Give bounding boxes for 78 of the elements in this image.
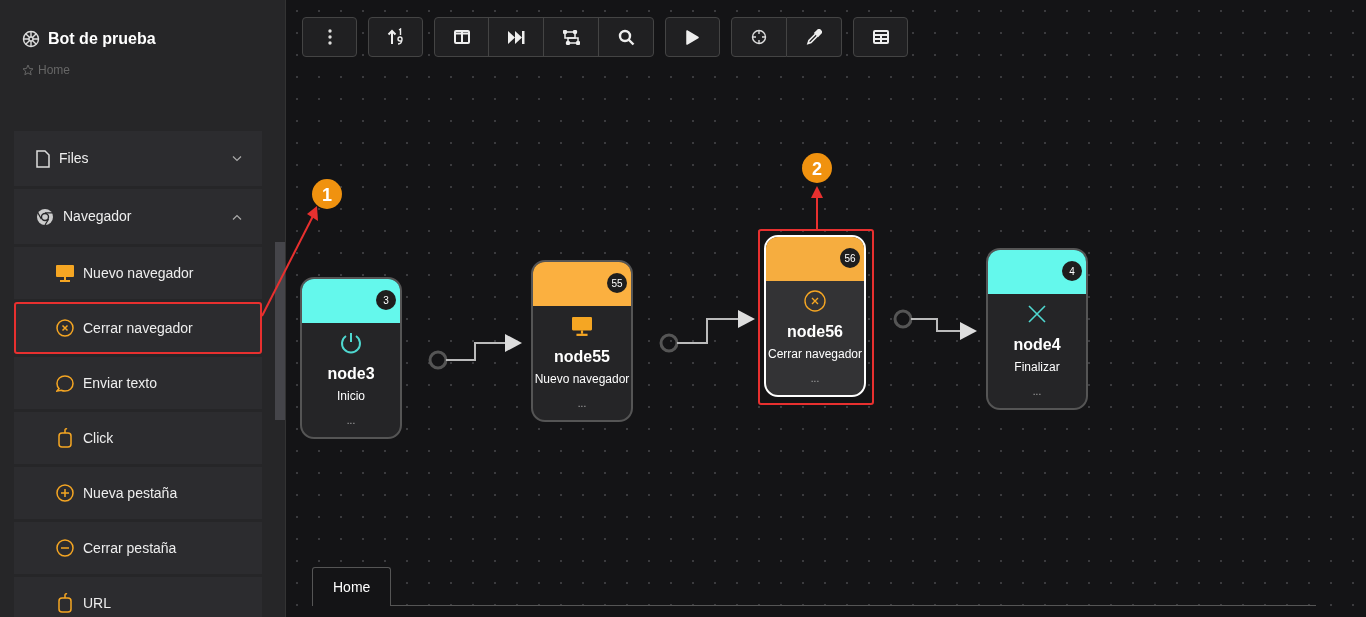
play-icon: [686, 29, 699, 45]
sort-button[interactable]: [368, 17, 423, 57]
nodes-transform-icon: [562, 29, 580, 45]
crosshair-icon: [751, 29, 767, 45]
node-subtitle: Nuevo navegador: [534, 371, 630, 388]
step-number-badge: [312, 179, 342, 209]
step-number: 1: [322, 184, 332, 205]
home-tab[interactable]: Home: [312, 567, 392, 606]
eyedropper-button[interactable]: [787, 17, 842, 57]
plus-circle-icon: [56, 484, 74, 502]
node-subtitle: Inicio: [337, 388, 365, 405]
flow-node[interactable]: 56 node56 Cerrar navegador ...: [764, 235, 866, 397]
columns-icon: [453, 30, 470, 44]
file-icon: [36, 149, 50, 168]
table-button[interactable]: [853, 17, 908, 57]
power-icon: [340, 332, 362, 354]
menu-item[interactable]: Cerrar navegador: [14, 302, 262, 354]
menu-item[interactable]: URL: [14, 577, 262, 617]
vertical-dots-icon: [327, 29, 332, 45]
minus-circle-icon: [56, 539, 74, 557]
menu-item[interactable]: Enviar texto: [14, 357, 262, 409]
sort-numbers-icon: [386, 28, 405, 46]
menu-group-header[interactable]: Navegador: [14, 189, 262, 244]
table-icon: [872, 30, 889, 44]
browser-logo-icon: [36, 207, 54, 226]
step-number: 2: [812, 158, 822, 179]
node-title: node3: [327, 365, 375, 383]
menu-item[interactable]: Cerrar pestaña: [14, 522, 262, 574]
scrollbar-thumb[interactable]: [275, 242, 285, 420]
chevron-down-icon: [232, 155, 242, 162]
node-subtitle: Cerrar navegador: [767, 346, 863, 363]
crosshair-button[interactable]: [731, 17, 787, 57]
menu-item[interactable]: Nueva pestaña: [14, 467, 262, 519]
close-circle-icon: [804, 290, 826, 312]
node-id-badge: 3: [376, 290, 396, 310]
flow-node[interactable]: 3 node3 Inicio ...: [300, 277, 402, 439]
mouse-icon: [58, 593, 72, 613]
close-icon: [1028, 305, 1046, 323]
node-subtitle: Finalizar: [1014, 359, 1060, 376]
node-footer: ...: [810, 371, 820, 386]
wheel-icon: [22, 30, 40, 48]
star-icon: [22, 64, 34, 76]
menu-item-label: Enviar texto: [83, 373, 157, 393]
node-title: node55: [554, 348, 610, 366]
monitor-icon: [572, 316, 592, 336]
fast-forward-icon: [507, 30, 525, 44]
menu-item[interactable]: Click: [14, 412, 262, 464]
monitor-icon: [56, 264, 74, 282]
node-id-badge: 55: [607, 273, 627, 293]
close-circle-icon: [56, 319, 74, 337]
flow-node[interactable]: 4 node4 Finalizar ...: [986, 248, 1088, 410]
annotation-arrow: [811, 186, 823, 230]
eyedropper-icon: [806, 29, 822, 45]
search-icon: [617, 28, 635, 46]
chevron-up-icon: [232, 213, 242, 220]
flow-node[interactable]: 55 node55 Nuevo navegador ...: [531, 260, 633, 422]
node-id-badge: 4: [1062, 261, 1082, 281]
bot-title: Bot de prueba: [48, 29, 156, 49]
menu-item-label: Cerrar pestaña: [83, 538, 177, 558]
menu-group-header[interactable]: Files: [14, 131, 262, 186]
node-footer: ...: [577, 396, 587, 411]
chat-bubble-icon: [56, 374, 74, 392]
play-button[interactable]: [665, 17, 720, 57]
node-footer: ...: [346, 413, 356, 428]
menu-group-label: Files: [59, 149, 90, 168]
menu-item[interactable]: Nuevo navegador: [14, 247, 262, 299]
node-footer: ...: [1032, 384, 1042, 399]
menu-item-label: Click: [83, 428, 114, 448]
menu-group-label: Navegador: [63, 207, 133, 226]
node-title: node56: [787, 323, 843, 341]
menu-item-label: URL: [83, 593, 111, 613]
node-id-badge: 56: [840, 248, 860, 268]
node-title: node4: [1013, 336, 1061, 354]
menu-item-label: Nuevo navegador: [83, 263, 194, 283]
mouse-icon: [58, 428, 72, 448]
menu-item-label: Cerrar navegador: [83, 318, 193, 338]
menu-item-label: Nueva pestaña: [83, 483, 178, 503]
step-number-badge: [802, 153, 832, 183]
